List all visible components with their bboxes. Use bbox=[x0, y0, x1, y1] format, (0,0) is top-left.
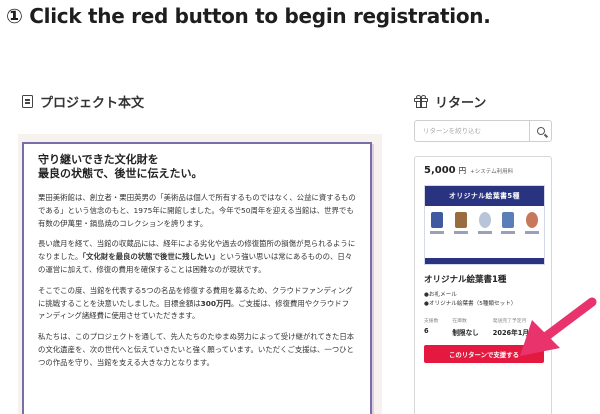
price-amount: 5,000 bbox=[424, 165, 456, 176]
reward-name: オリジナル絵葉書1種 bbox=[424, 275, 507, 285]
story-paragraph: 長い歳月を経て、当館の収蔵品には、経年による劣化や過去の修復箇所の損傷が見られる… bbox=[38, 239, 356, 274]
stat-stock: 在庫数 制限なし bbox=[452, 319, 479, 337]
reward-section-header: リターン bbox=[414, 92, 486, 111]
postcard-thumbnail bbox=[477, 212, 493, 234]
price-note: +システム利用料 bbox=[470, 169, 514, 175]
instruction-text: ① Click the red button to begin registra… bbox=[6, 4, 491, 28]
story-section-header: プロジェクト本文 bbox=[22, 92, 144, 111]
magnifier-icon bbox=[536, 127, 545, 135]
reward-price: 5,000 円 +システム利用料 bbox=[424, 165, 513, 176]
postcard-thumbnail bbox=[453, 212, 469, 234]
stat-supporters: 支援数 6 bbox=[424, 319, 439, 335]
postcard-thumbnail bbox=[429, 212, 445, 234]
postcard-thumbnails bbox=[429, 212, 540, 256]
price-unit: 円 bbox=[458, 166, 467, 175]
reward-search-box bbox=[414, 120, 552, 142]
reward-item: ●お礼メール bbox=[424, 292, 457, 298]
document-icon bbox=[22, 95, 33, 108]
postcard-thumbnail bbox=[524, 212, 540, 234]
reward-image: オリジナル絵葉書5種 bbox=[424, 185, 545, 265]
reward-section-heading: リターン bbox=[435, 96, 487, 111]
reward-image-footer bbox=[425, 258, 544, 264]
reward-items: ●お礼メール ●オリジナル絵葉書（5種類セット） bbox=[424, 291, 516, 309]
reward-card[interactable]: 5,000 円 +システム利用料 オリジナル絵葉書5種 オリジナル絵葉書1種 ●… bbox=[414, 156, 552, 414]
gift-icon bbox=[414, 95, 428, 108]
stat-delivery: 発送完了予定月 2026年1月 bbox=[492, 319, 529, 337]
postcard-thumbnail bbox=[500, 212, 516, 234]
story-title: 守り継いできた文化財を 最良の状態で、後世に伝えたい。 bbox=[38, 153, 203, 180]
story-paragraph: 栗田美術館は、創立者・栗田英男の「美術品は個人で所有するものではなく、公益に資す… bbox=[38, 193, 356, 228]
search-button[interactable] bbox=[529, 121, 551, 141]
story-section-heading: プロジェクト本文 bbox=[40, 96, 145, 111]
story-card: 守り継いできた文化財を 最良の状態で、後世に伝えたい。 栗田美術館は、創立者・栗… bbox=[22, 142, 372, 414]
story-paragraph: 私たちは、このプロジェクトを通して、先人たちのたゆまぬ努力によって受け継がれてき… bbox=[38, 332, 355, 367]
support-with-this-reward-button[interactable]: このリターンで支援する bbox=[424, 345, 544, 363]
reward-stats: 支援数 6 在庫数 制限なし 発送完了予定月 2026年1月 bbox=[424, 317, 529, 337]
reward-item: ●オリジナル絵葉書（5種類セット） bbox=[424, 301, 517, 307]
reward-image-banner: オリジナル絵葉書5種 bbox=[425, 186, 544, 206]
reward-search-input[interactable] bbox=[415, 121, 529, 141]
story-paragraph: そこでこの度、当館を代表する5つの名品を修復する費用を募るため、クラウドファンデ… bbox=[38, 285, 353, 321]
